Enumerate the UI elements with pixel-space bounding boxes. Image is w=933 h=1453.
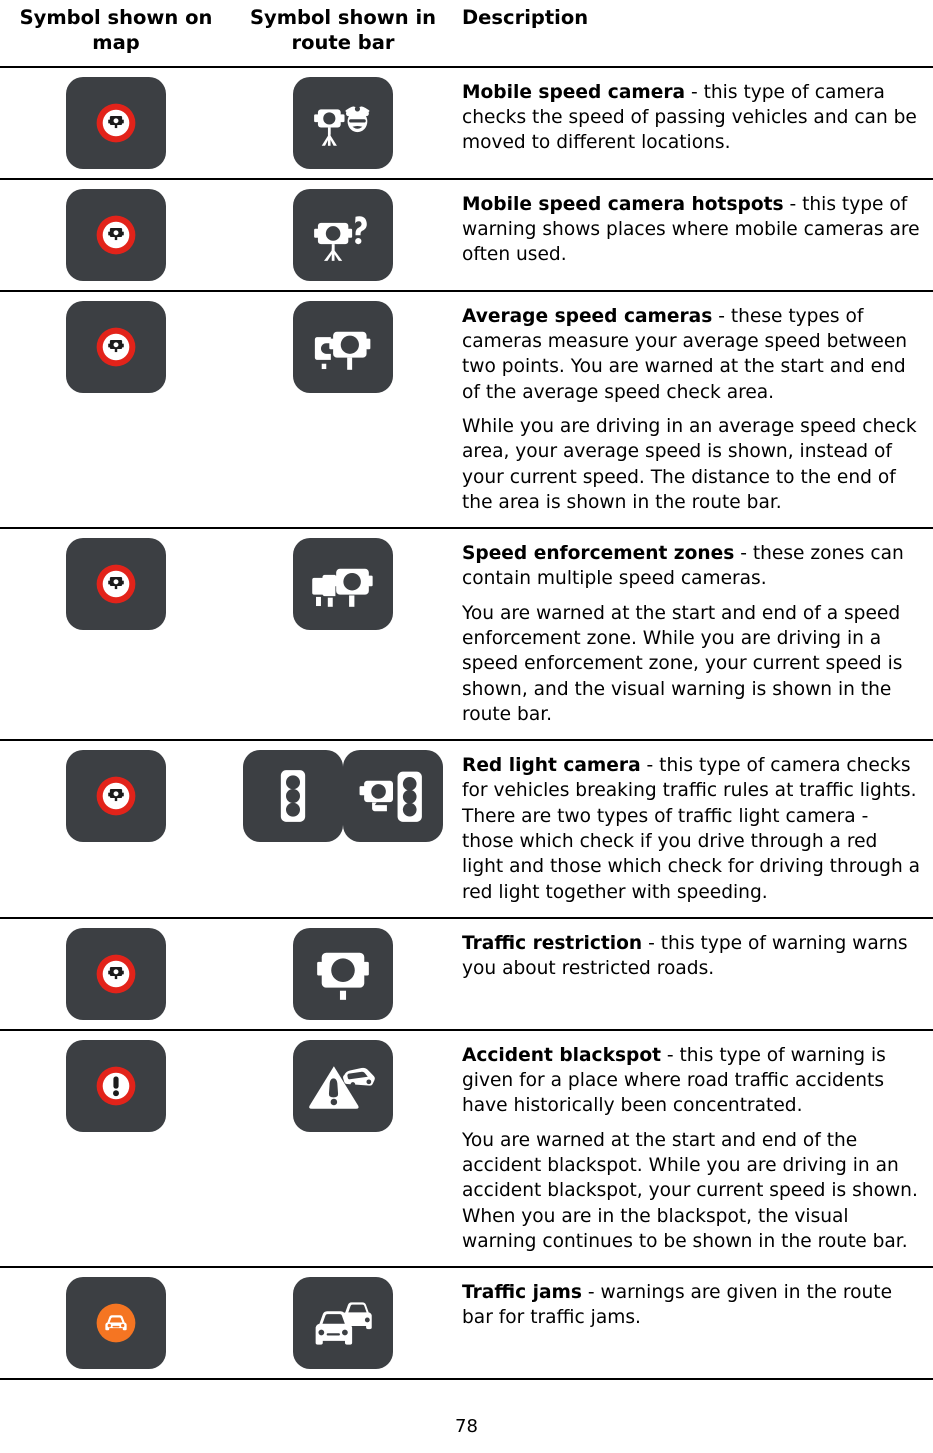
description-paragraph: Mobile speed camera - this type of camer… [462, 80, 923, 156]
cell-map-symbol [0, 528, 232, 740]
table-row: Average speed cameras - these types of c… [0, 291, 933, 529]
cell-route-bar-symbol [232, 528, 454, 740]
mobile-speed-camera-police-icon-tile [293, 76, 393, 169]
exclamation-prohibition-sign-icon-tile [66, 1039, 166, 1132]
cell-description: Average speed cameras - these types of c… [454, 291, 933, 528]
table-row: Accident blackspot - this type of warnin… [0, 1030, 933, 1268]
cell-description: Mobile speed camera hotspots - this type… [454, 179, 933, 291]
column-header-map: Symbol shown on map [0, 0, 232, 68]
table-row: Mobile speed camera hotspots - this type… [0, 179, 933, 291]
cell-description: Mobile speed camera - this type of camer… [454, 67, 933, 179]
description-paragraph: You are warned at the start and end of a… [462, 602, 903, 725]
speed-camera-prohibition-sign-icon [78, 88, 154, 158]
description-paragraph: You are warned at the start and end of t… [462, 1129, 918, 1252]
table-header: Symbol shown on map Symbol shown in rout… [0, 0, 933, 68]
speed-camera-prohibition-sign-icon-tile [66, 538, 166, 631]
cell-map-symbol [0, 291, 232, 528]
description-paragraph: Traffic jams - warnings are given in the… [462, 1280, 923, 1331]
cell-map-symbol [0, 67, 232, 179]
table-row: Traffic jams - warnings are given in the… [0, 1267, 933, 1380]
accident-blackspot-icon-tile [293, 1039, 393, 1132]
cell-map-symbol [0, 918, 232, 1030]
table-row: Traffic restriction - this type of warni… [0, 918, 933, 1030]
column-header-route-bar: Symbol shown in route bar [232, 0, 454, 68]
speed-camera-prohibition-sign-icon [78, 549, 154, 619]
speed-camera-prohibition-sign-icon-tile [66, 927, 166, 1020]
cell-map-symbol [0, 740, 232, 918]
speed-enforcement-zone-icon-tile [293, 538, 393, 631]
document-page: Symbol shown on map Symbol shown in rout… [0, 0, 933, 1453]
page-number: 78 [455, 1416, 478, 1437]
warning-type-term: Mobile speed camera [462, 81, 686, 103]
traffic-jam-car-orange-icon [78, 1288, 154, 1358]
red-light-camera-icon-tile [343, 750, 443, 843]
warning-type-term: Speed enforcement zones [462, 543, 735, 565]
table-row: Speed enforcement zones - these zones ca… [0, 528, 933, 741]
description-paragraph: Accident blackspot - this type of warnin… [462, 1043, 923, 1119]
cell-description: Red light camera - this type of camera c… [454, 740, 933, 918]
exclamation-prohibition-sign-icon [78, 1051, 154, 1121]
speed-enforcement-zone-icon [305, 549, 381, 619]
traffic-light-icon [255, 761, 331, 831]
accident-blackspot-icon [305, 1051, 381, 1121]
cell-route-bar-symbol [232, 291, 454, 528]
table-row: Red light camera - this type of camera c… [0, 740, 933, 918]
traffic-jam-cars-icon [305, 1288, 381, 1358]
mobile-speed-camera-hotspot-question-icon-tile [293, 188, 393, 281]
speed-camera-prohibition-sign-icon-tile [66, 188, 166, 281]
description-text: - this type of camera checks for vehicle… [462, 755, 921, 903]
traffic-restriction-camera-icon-tile [293, 927, 393, 1020]
table-row: Mobile speed camera - this type of camer… [0, 67, 933, 179]
description-paragraph: Red light camera - this type of camera c… [462, 753, 923, 905]
cell-map-symbol [0, 1267, 232, 1379]
average-speed-camera-icon [305, 312, 381, 382]
table-header-row: Symbol shown on map Symbol shown in rout… [0, 0, 933, 68]
description-paragraph: While you are driving in an average spee… [462, 416, 917, 513]
speed-camera-prohibition-sign-icon [78, 761, 154, 831]
cell-description: Accident blackspot - this type of warnin… [454, 1030, 933, 1267]
traffic-restriction-camera-icon [305, 939, 381, 1009]
red-light-camera-icon [355, 761, 431, 831]
speed-camera-prohibition-sign-icon [78, 939, 154, 1009]
average-speed-camera-icon-tile [293, 300, 393, 393]
cell-map-symbol [0, 1030, 232, 1267]
cell-route-bar-symbol [232, 67, 454, 179]
speed-camera-prohibition-sign-icon [78, 312, 154, 382]
traffic-light-icon-tile [243, 750, 343, 843]
cell-description: Traffic jams - warnings are given in the… [454, 1267, 933, 1379]
mobile-speed-camera-police-icon [305, 88, 381, 158]
mobile-speed-camera-hotspot-question-icon [305, 200, 381, 270]
cell-route-bar-symbol [232, 1030, 454, 1267]
cell-map-symbol [0, 179, 232, 291]
warning-type-term: Average speed cameras [462, 305, 713, 327]
speed-camera-prohibition-sign-icon-tile [66, 300, 166, 393]
warning-type-term: Accident blackspot [462, 1044, 661, 1066]
traffic-jam-car-orange-icon-tile [66, 1277, 166, 1370]
traffic-jam-cars-icon-tile [293, 1277, 393, 1370]
warning-type-term: Mobile speed camera hotspots [462, 193, 784, 215]
cell-route-bar-symbol [232, 918, 454, 1030]
warning-type-term: Red light camera [462, 755, 641, 777]
column-header-description: Description [454, 0, 933, 68]
speed-camera-prohibition-sign-icon-tile [66, 76, 166, 169]
speed-camera-prohibition-sign-icon [78, 200, 154, 270]
cell-description: Traffic restriction - this type of warni… [454, 918, 933, 1030]
cell-route-bar-symbol [232, 179, 454, 291]
warning-type-term: Traffic jams [462, 1282, 582, 1304]
table-body: Mobile speed camera - this type of camer… [0, 67, 933, 1380]
cell-route-bar-symbol [232, 740, 454, 918]
symbols-table: Symbol shown on map Symbol shown in rout… [0, 0, 933, 1380]
speed-camera-prohibition-sign-icon-tile [66, 750, 166, 843]
description-paragraph: Average speed cameras - these types of c… [462, 304, 923, 405]
cell-route-bar-symbol [232, 1267, 454, 1379]
cell-description: Speed enforcement zones - these zones ca… [454, 528, 933, 740]
warning-type-term: Traffic restriction [462, 932, 643, 954]
description-paragraph: Traffic restriction - this type of warni… [462, 931, 923, 982]
description-paragraph: Mobile speed camera hotspots - this type… [462, 192, 923, 268]
description-paragraph: Speed enforcement zones - these zones ca… [462, 541, 923, 592]
